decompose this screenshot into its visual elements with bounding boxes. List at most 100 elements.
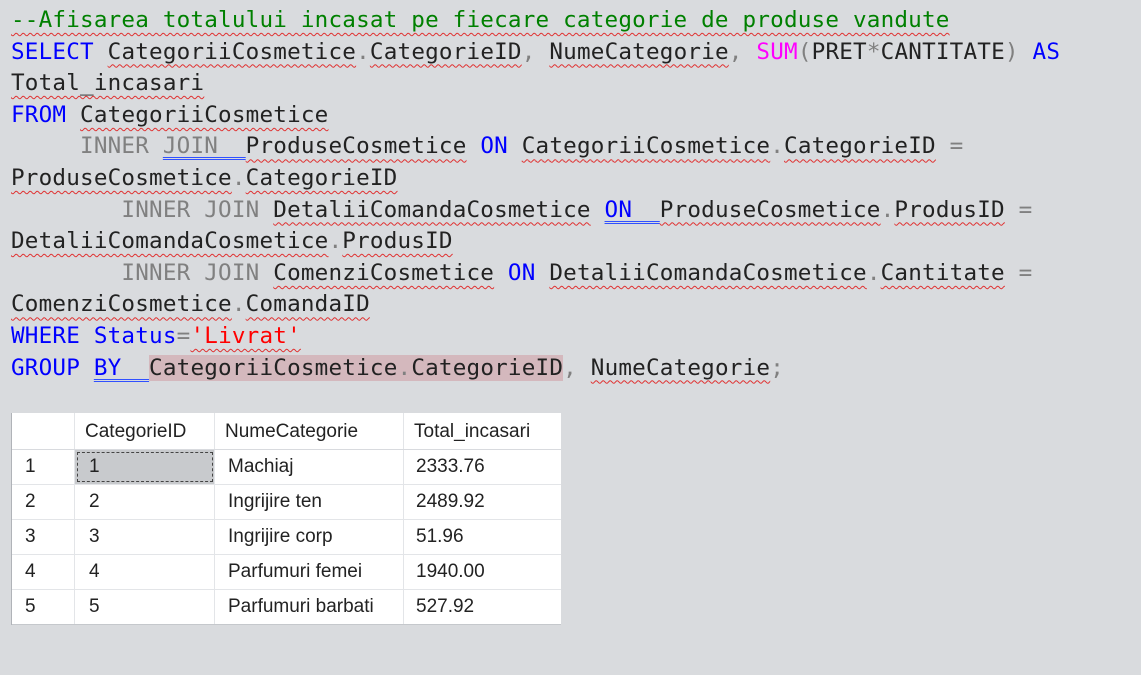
code-token: CategorieID bbox=[784, 133, 936, 160]
code-token: CategorieID bbox=[245, 164, 398, 191]
code-line[interactable]: FROM CategoriiCosmetice bbox=[11, 100, 1139, 132]
row-number[interactable]: 4 bbox=[12, 555, 75, 589]
code-token: . bbox=[770, 133, 785, 160]
code-token: Total_incasari bbox=[11, 70, 205, 97]
code-token: GROUP bbox=[11, 354, 81, 381]
code-token: . bbox=[356, 38, 370, 65]
cell-numecategorie[interactable]: Ingrijire corp bbox=[215, 520, 404, 554]
code-token: ProduseCosmetice bbox=[659, 196, 881, 223]
code-token: = bbox=[949, 133, 964, 160]
cell-numecategorie[interactable]: Ingrijire ten bbox=[215, 485, 404, 519]
code-line[interactable]: Total_incasari bbox=[11, 68, 1139, 100]
code-token: , bbox=[728, 38, 757, 65]
code-token: ProdusID bbox=[342, 228, 453, 255]
code-line[interactable]: DetaliiComandaCosmetice.ProdusID bbox=[11, 226, 1139, 258]
cell-categorieid[interactable]: 1 bbox=[75, 450, 215, 484]
code-token: CategoriiCosmetice bbox=[521, 133, 771, 160]
code-token: . bbox=[231, 164, 246, 191]
code-token: ProduseCosmetice bbox=[11, 164, 232, 191]
code-token: ProdusID bbox=[894, 196, 1005, 223]
code-token: . bbox=[231, 291, 246, 318]
code-token: = bbox=[1018, 259, 1033, 286]
cell-total-incasari[interactable]: 51.96 bbox=[404, 520, 561, 554]
code-line[interactable]: --Afisarea totalului incasat pe fiecare … bbox=[11, 5, 1139, 37]
code-token: CategorieID bbox=[369, 38, 522, 65]
row-number[interactable]: 5 bbox=[12, 590, 75, 624]
table-row[interactable]: 2 2 Ingrijire ten 2489.92 bbox=[12, 485, 561, 520]
code-line[interactable]: WHERE Status='Livrat' bbox=[11, 321, 1139, 353]
code-token: DetaliiComandaCosmetice bbox=[549, 259, 867, 286]
code-token: DetaliiComandaCosmetice bbox=[11, 228, 329, 255]
results-header-row: CategorieID NumeCategorie Total_incasari bbox=[12, 413, 561, 450]
cell-categorieid[interactable]: 4 bbox=[75, 555, 215, 589]
code-token: AS bbox=[1032, 38, 1061, 65]
cell-total-incasari[interactable]: 2489.92 bbox=[404, 485, 561, 519]
code-token: ON bbox=[507, 259, 536, 286]
code-token: NumeCategorie bbox=[549, 38, 729, 65]
table-row[interactable]: 3 3 Ingrijire corp 51.96 bbox=[12, 520, 561, 555]
code-token: . bbox=[866, 259, 881, 286]
code-line[interactable]: ProduseCosmetice.CategorieID bbox=[11, 163, 1139, 195]
cell-categorieid[interactable]: 2 bbox=[75, 485, 215, 519]
code-line[interactable]: GROUP BY CategoriiCosmetice.CategorieID,… bbox=[11, 353, 1139, 385]
code-token: INNER JOIN bbox=[121, 196, 260, 223]
column-header-total-incasari[interactable]: Total_incasari bbox=[404, 413, 561, 449]
code-token: CategorieID bbox=[411, 354, 564, 381]
code-token: WHERE bbox=[11, 322, 81, 349]
table-row[interactable]: 1 1 Machiaj 2333.76 bbox=[12, 450, 561, 485]
code-line[interactable]: INNER JOIN ProduseCosmetice ON Categorii… bbox=[11, 131, 1139, 163]
code-token: INNER bbox=[80, 133, 150, 160]
table-row[interactable]: 4 4 Parfumuri femei 1940.00 bbox=[12, 555, 561, 590]
code-line[interactable]: SELECT CategoriiCosmetice.CategorieID, N… bbox=[11, 37, 1139, 69]
sql-editor[interactable]: --Afisarea totalului incasat pe fiecare … bbox=[11, 5, 1139, 384]
cell-total-incasari[interactable]: 527.92 bbox=[404, 590, 561, 624]
code-token: . bbox=[328, 228, 343, 255]
cell-total-incasari[interactable]: 2333.76 bbox=[404, 450, 561, 484]
column-header-categorieid[interactable]: CategorieID bbox=[75, 413, 215, 449]
cell-categorieid[interactable]: 5 bbox=[75, 590, 215, 624]
cell-numecategorie[interactable]: Machiaj bbox=[215, 450, 404, 484]
code-token: CategoriiCosmetice bbox=[149, 354, 398, 381]
cell-numecategorie[interactable]: Parfumuri barbati bbox=[215, 590, 404, 624]
code-line[interactable]: INNER JOIN DetaliiComandaCosmetice ON Pr… bbox=[11, 195, 1139, 227]
cell-categorieid[interactable]: 3 bbox=[75, 520, 215, 554]
code-line[interactable]: INNER JOIN ComenziCosmetice ON DetaliiCo… bbox=[11, 258, 1139, 290]
code-token: Cantitate bbox=[880, 259, 1005, 286]
code-token: JOIN bbox=[162, 133, 246, 160]
code-token: Status bbox=[93, 322, 177, 349]
column-header-numecategorie[interactable]: NumeCategorie bbox=[215, 413, 404, 449]
code-token: INNER JOIN bbox=[121, 259, 260, 286]
code-token: --Afisarea totalului incasat pe fiecare … bbox=[11, 7, 950, 33]
code-token: ComandaID bbox=[245, 291, 370, 318]
code-token: BY bbox=[93, 354, 150, 381]
table-row[interactable]: 5 5 Parfumuri barbati 527.92 bbox=[12, 590, 561, 625]
results-grid[interactable]: CategorieID NumeCategorie Total_incasari… bbox=[11, 413, 561, 625]
row-number[interactable]: 2 bbox=[12, 485, 75, 519]
cell-numecategorie[interactable]: Parfumuri femei bbox=[215, 555, 404, 589]
code-token: NumeCategorie bbox=[590, 354, 771, 381]
code-token: CategoriiCosmetice bbox=[107, 38, 357, 65]
code-line[interactable]: ComenziCosmetice.ComandaID bbox=[11, 289, 1139, 321]
cell-total-incasari[interactable]: 1940.00 bbox=[404, 555, 561, 589]
row-number[interactable]: 3 bbox=[12, 520, 75, 554]
code-token: , bbox=[521, 38, 550, 65]
row-number[interactable]: 1 bbox=[12, 450, 75, 484]
code-token: ProduseCosmetice bbox=[245, 133, 467, 160]
code-token: CategoriiCosmetice bbox=[80, 101, 329, 128]
code-token: ) bbox=[1004, 38, 1019, 65]
code-token: FROM bbox=[11, 101, 67, 128]
code-token: CANTITATE bbox=[880, 38, 1005, 65]
